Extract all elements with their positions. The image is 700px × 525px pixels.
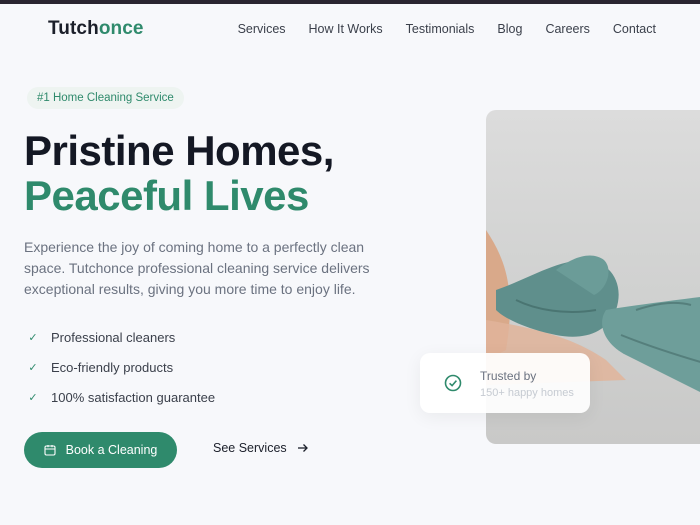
see-services-link[interactable]: See Services — [213, 441, 309, 455]
check-circle-icon — [444, 374, 462, 392]
feature-item: ✓ Eco-friendly products — [27, 352, 215, 382]
feature-item: ✓ Professional cleaners — [27, 322, 215, 352]
nav-link-how-it-works[interactable]: How It Works — [309, 22, 383, 36]
trust-subtitle: 150+ happy homes — [480, 387, 574, 399]
check-icon: ✓ — [28, 331, 38, 344]
feature-label: Professional cleaners — [51, 329, 176, 345]
nav-link-blog[interactable]: Blog — [497, 22, 522, 36]
nav-link-services[interactable]: Services — [238, 22, 286, 36]
see-services-label: See Services — [213, 441, 287, 455]
trust-card: Trusted by 150+ happy homes — [420, 353, 590, 413]
logo-part1: Tutch — [48, 18, 99, 39]
calendar-icon — [44, 445, 56, 456]
hero-title: Pristine Homes, Peaceful Lives — [24, 128, 334, 218]
nav-links: Services How It Works Testimonials Blog … — [215, 22, 656, 36]
nav-link-testimonials[interactable]: Testimonials — [406, 22, 475, 36]
navbar: Tutchonce Services How It Works Testimon… — [0, 4, 700, 56]
hero-description: Experience the joy of coming home to a p… — [24, 239, 370, 297]
feature-list: ✓ Professional cleaners ✓ Eco-friendly p… — [27, 322, 215, 412]
nav-link-contact[interactable]: Contact — [613, 22, 656, 36]
feature-label: Eco-friendly products — [51, 359, 174, 375]
logo-part2: once — [98, 18, 144, 39]
trust-title: Trusted by — [480, 369, 537, 383]
feature-item: ✓ 100% satisfaction guarantee — [27, 382, 215, 412]
arrow-right-icon — [297, 444, 308, 452]
check-icon: ✓ — [28, 361, 38, 374]
hero-title-line1: Pristine Homes, — [24, 127, 334, 174]
book-cleaning-label: Book a Cleaning — [65, 443, 158, 457]
logo[interactable]: Tutchonce — [48, 18, 144, 40]
nav-link-careers[interactable]: Careers — [545, 22, 589, 36]
hero-badge: #1 Home Cleaning Service — [27, 87, 184, 109]
book-cleaning-button[interactable]: Book a Cleaning — [24, 432, 177, 468]
hero-title-line2: Peaceful Lives — [24, 172, 309, 219]
check-icon: ✓ — [28, 391, 38, 404]
feature-label: 100% satisfaction guarantee — [51, 389, 216, 405]
